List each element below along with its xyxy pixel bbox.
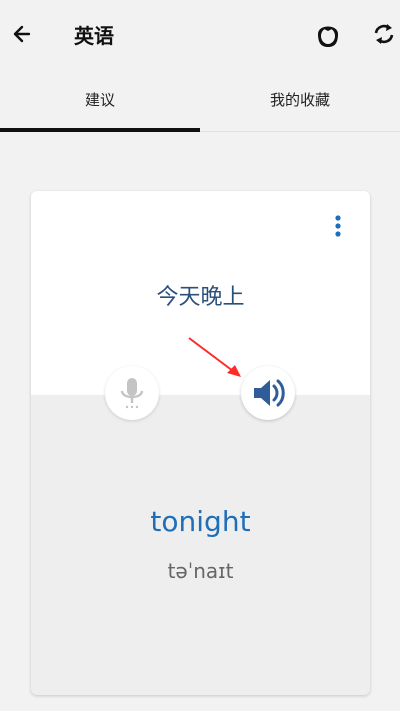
mascot-button[interactable] [312,18,344,50]
arrow-left-icon [13,25,31,43]
refresh-button[interactable] [368,18,400,50]
tab-my-favorites[interactable]: 我的收藏 [200,70,400,132]
mascot-face-icon [318,26,338,47]
microphone-icon [120,378,144,409]
translation-text: tonight [150,505,251,538]
top-app-bar: 英语 [0,0,400,70]
back-button[interactable] [6,16,38,52]
speaker-button[interactable] [241,366,295,420]
refresh-icon [374,24,394,44]
phonetic-transcription: təˈnaɪt [167,559,234,583]
tab-bar: 建议 我的收藏 [0,70,400,132]
more-options-button[interactable] [323,211,353,241]
speaker-icon [254,379,285,407]
phrase-card: 今天晚上 tonight təˈnaɪt [31,191,370,695]
tab-suggestions[interactable]: 建议 [0,70,200,132]
page-title: 英语 [74,24,114,48]
tab-divider [200,131,400,132]
microphone-button[interactable] [105,366,159,420]
source-phrase: 今天晚上 [156,285,245,310]
more-vertical-icon [335,215,341,237]
tab-selected-indicator [0,128,200,132]
